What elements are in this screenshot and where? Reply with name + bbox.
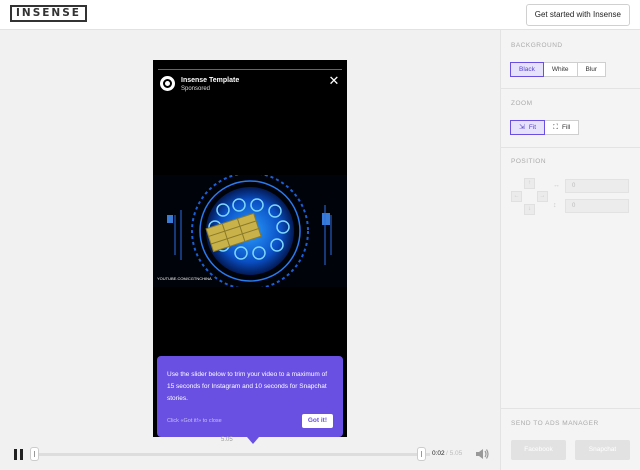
trim-slider-track[interactable] <box>30 453 430 456</box>
account-name: Insense Template <box>181 77 240 84</box>
story-progress-bar <box>158 69 342 70</box>
arrow-right-icon[interactable]: → <box>537 191 548 202</box>
trim-end-handle[interactable] <box>417 447 426 461</box>
background-selector: Black White Blur <box>510 62 607 77</box>
trim-start-handle[interactable] <box>30 447 39 461</box>
total-time: / 5.05 <box>446 450 463 457</box>
horizontal-arrows-icon: ↔ <box>553 182 560 189</box>
volume-icon[interactable] <box>474 446 490 462</box>
preview-stage: Insense Template Sponsored ✕ YOUTUBE.COM… <box>0 30 500 470</box>
top-bar: INSENSE Get started with Insense <box>0 0 640 30</box>
player-bar: 5.05 0:02 / 5.05 <box>0 437 500 470</box>
fill-icon: ⛶ <box>553 124 559 131</box>
position-x-input[interactable]: 0 <box>565 179 629 193</box>
video-frame[interactable]: YOUTUBE.COM/CGTNCHINA <box>153 175 347 287</box>
position-y-input[interactable]: 0 <box>565 199 629 213</box>
arrow-down-icon[interactable]: ↓ <box>524 204 535 215</box>
fit-icon: ⇲ <box>519 124 525 131</box>
zoom-section <box>501 88 640 89</box>
zoom-option-fill[interactable]: ⛶ Fill <box>544 120 580 135</box>
account-avatar <box>160 76 175 91</box>
get-started-button[interactable]: Get started with Insense <box>525 4 630 26</box>
settings-panel: BACKGROUND Black White Blur ZOOM ⇲ Fit ⛶ F… <box>500 30 640 470</box>
zoom-title: ZOOM <box>511 100 533 107</box>
trim-tooltip: Use the slider below to trim your video … <box>157 356 343 444</box>
background-option-black[interactable]: Black <box>510 62 544 77</box>
zoom-selector: ⇲ Fit ⛶ Fill <box>510 120 580 135</box>
background-option-blur[interactable]: Blur <box>576 62 607 77</box>
video-watermark: YOUTUBE.COM/CGTNCHINA <box>157 276 212 281</box>
current-time: 0:02 <box>432 450 445 457</box>
position-pad: ↑ ← → ↓ <box>511 178 549 216</box>
facebook-button[interactable]: Facebook <box>511 440 566 460</box>
close-icon[interactable]: ✕ <box>328 74 340 87</box>
zoom-option-fit[interactable]: ⇲ Fit <box>510 120 546 135</box>
background-option-white[interactable]: White <box>542 62 578 77</box>
pause-icon[interactable] <box>14 449 24 460</box>
arrow-left-icon[interactable]: ← <box>511 191 522 202</box>
tooltip-hint: Click «Got it!» to close <box>167 418 222 424</box>
vertical-arrows-icon: ↕ <box>553 202 557 209</box>
position-section <box>501 147 640 148</box>
position-title: POSITION <box>511 158 547 165</box>
trim-length-label: 5.05 <box>221 437 233 443</box>
arrow-up-icon[interactable]: ↑ <box>524 178 535 189</box>
snapchat-button[interactable]: Snapchat <box>575 440 630 460</box>
sponsored-label: Sponsored <box>181 86 211 92</box>
tooltip-message: Use the slider below to trim your video … <box>167 371 328 402</box>
background-title: BACKGROUND <box>511 42 563 49</box>
send-section <box>501 408 640 409</box>
video-thumbnail-image <box>153 175 347 287</box>
send-title: SEND TO ADS MANAGER <box>511 420 599 427</box>
got-it-button[interactable]: Got it! <box>301 414 333 428</box>
insense-logo[interactable]: INSENSE <box>10 5 87 22</box>
